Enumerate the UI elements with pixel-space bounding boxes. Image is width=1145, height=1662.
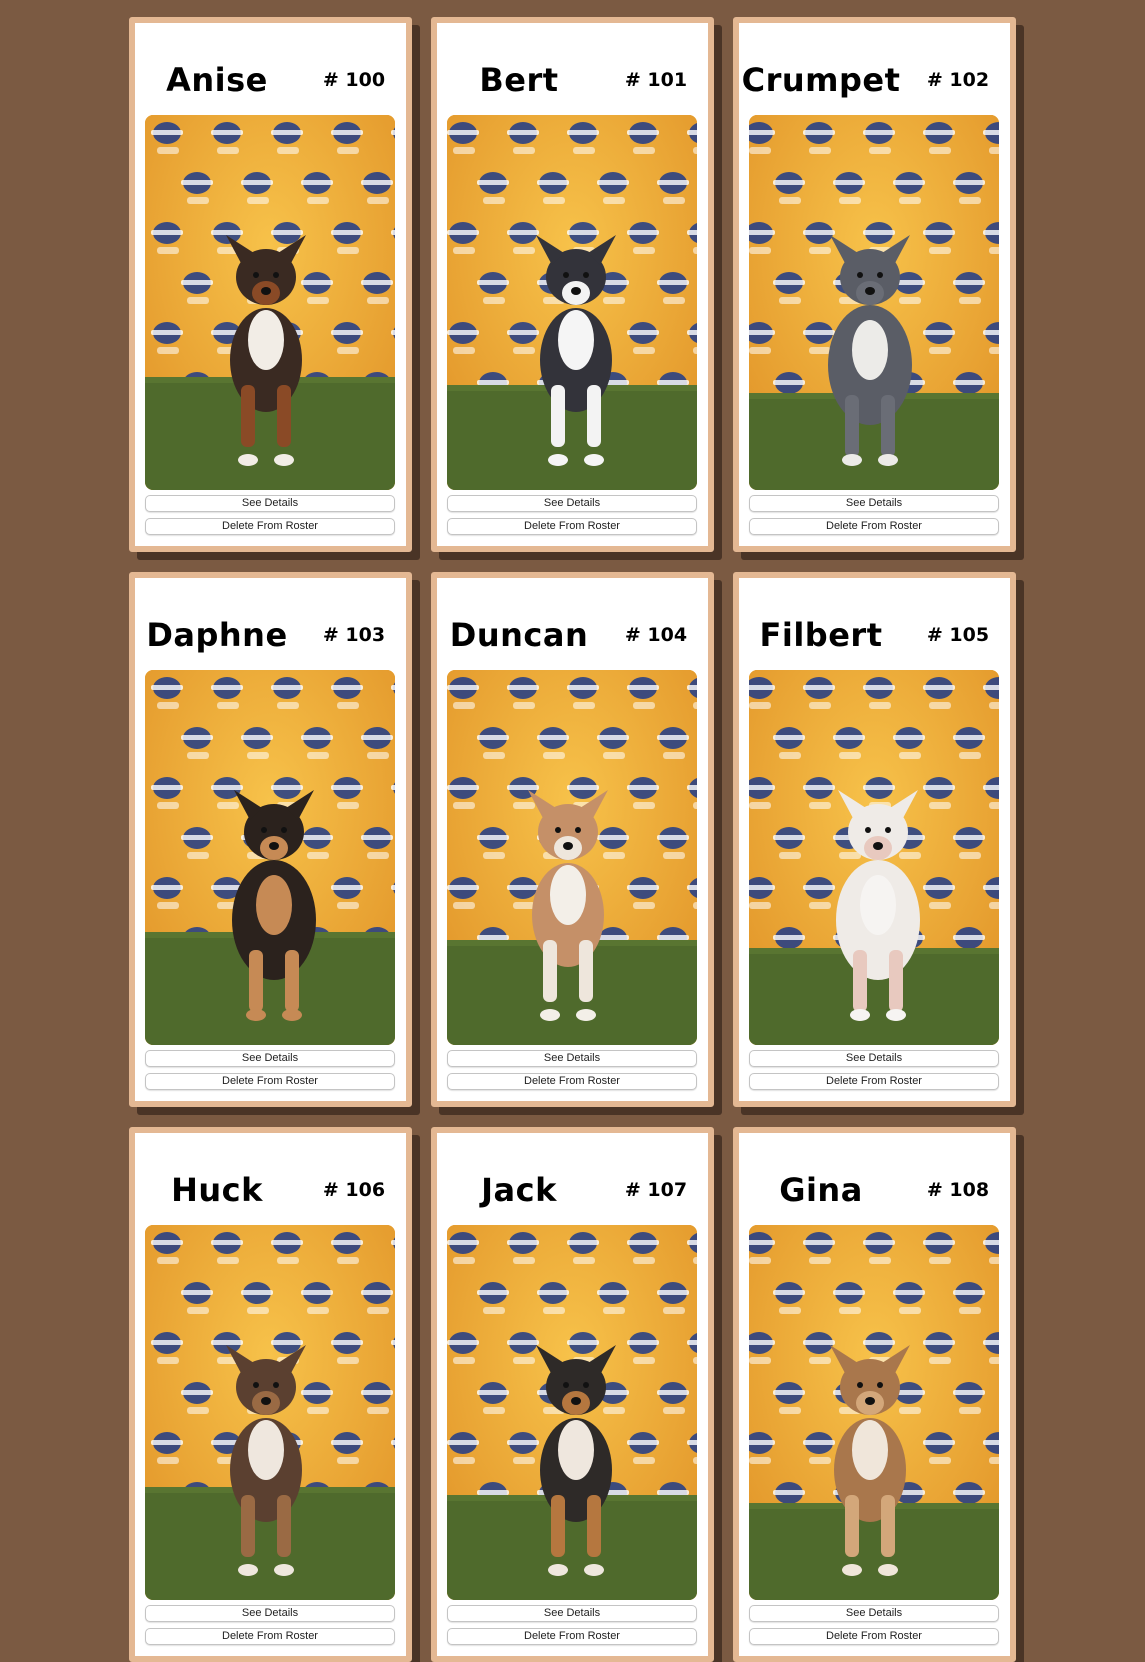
see-details-button[interactable]: See Details	[749, 1605, 999, 1622]
delete-from-roster-button[interactable]: Delete From Roster	[749, 1628, 999, 1645]
puppy-name: Gina	[779, 1171, 863, 1209]
puppy-photo	[749, 115, 999, 490]
card-header: Daphne # 103	[135, 611, 406, 659]
see-details-button[interactable]: See Details	[447, 1605, 697, 1622]
puppy-photo	[749, 115, 999, 490]
puppy-photo	[447, 115, 697, 490]
puppy-card: Gina # 108 See Details Delete From Roste…	[733, 1127, 1016, 1662]
puppy-name: Bert	[479, 61, 559, 99]
delete-from-roster-button[interactable]: Delete From Roster	[145, 1073, 395, 1090]
delete-from-roster-button[interactable]: Delete From Roster	[145, 518, 395, 535]
puppy-name: Daphne	[146, 616, 288, 654]
see-details-button[interactable]: See Details	[447, 495, 697, 512]
card-header: Gina # 108	[739, 1166, 1010, 1214]
see-details-button[interactable]: See Details	[145, 495, 395, 512]
puppy-name: Jack	[481, 1171, 557, 1209]
puppy-card: Anise # 100 See Details Delete From Rost…	[129, 17, 412, 552]
puppy-photo	[145, 115, 395, 490]
delete-from-roster-button[interactable]: Delete From Roster	[447, 518, 697, 535]
card-header: Huck # 106	[135, 1166, 406, 1214]
card-header: Filbert # 105	[739, 611, 1010, 659]
card-header: Duncan # 104	[437, 611, 708, 659]
see-details-button[interactable]: See Details	[749, 495, 999, 512]
puppy-number: # 101	[624, 69, 688, 91]
delete-from-roster-button[interactable]: Delete From Roster	[447, 1628, 697, 1645]
delete-from-roster-button[interactable]: Delete From Roster	[145, 1628, 395, 1645]
see-details-button[interactable]: See Details	[749, 1050, 999, 1067]
puppy-name: Anise	[166, 61, 268, 99]
puppy-photo	[145, 115, 395, 490]
card-header: Crumpet # 102	[739, 56, 1010, 104]
puppy-photo	[447, 1225, 697, 1600]
puppy-photo	[145, 1225, 395, 1600]
puppy-number: # 104	[624, 624, 688, 646]
puppy-photo	[447, 1225, 697, 1600]
puppy-photo	[145, 670, 395, 1045]
puppy-number: # 105	[926, 624, 990, 646]
puppy-card: Crumpet # 102 See Details Delete From Ro…	[733, 17, 1016, 552]
puppy-number: # 103	[322, 624, 386, 646]
puppy-card: Daphne # 103 See Details Delete From Ros…	[129, 572, 412, 1107]
puppy-photo	[749, 670, 999, 1045]
delete-from-roster-button[interactable]: Delete From Roster	[447, 1073, 697, 1090]
puppy-number: # 107	[624, 1179, 688, 1201]
card-header: Anise # 100	[135, 56, 406, 104]
card-header: Bert # 101	[437, 56, 708, 104]
delete-from-roster-button[interactable]: Delete From Roster	[749, 1073, 999, 1090]
puppy-number: # 108	[926, 1179, 990, 1201]
puppy-photo	[145, 670, 395, 1045]
puppy-name: Filbert	[759, 616, 883, 654]
puppy-name: Crumpet	[741, 61, 901, 99]
see-details-button[interactable]: See Details	[145, 1050, 395, 1067]
puppy-name: Duncan	[449, 616, 589, 654]
puppy-card: Filbert # 105 See Details Delete From Ro…	[733, 572, 1016, 1107]
puppy-number: # 100	[322, 69, 386, 91]
puppy-photo	[447, 670, 697, 1045]
puppy-photo	[749, 670, 999, 1045]
puppy-photo	[447, 115, 697, 490]
puppy-card: Jack # 107 See Details Delete From Roste…	[431, 1127, 714, 1662]
puppy-photo	[447, 670, 697, 1045]
puppy-card: Huck # 106 See Details Delete From Roste…	[129, 1127, 412, 1662]
puppy-card: Bert # 101 See Details Delete From Roste…	[431, 17, 714, 552]
puppy-name: Huck	[171, 1171, 263, 1209]
puppy-card: Duncan # 104 See Details Delete From Ros…	[431, 572, 714, 1107]
puppy-photo	[749, 1225, 999, 1600]
puppy-number: # 106	[322, 1179, 386, 1201]
puppy-photo	[749, 1225, 999, 1600]
see-details-button[interactable]: See Details	[145, 1605, 395, 1622]
card-header: Jack # 107	[437, 1166, 708, 1214]
puppy-roster-grid: Anise # 100 See Details Delete From Rost…	[129, 17, 1016, 1662]
puppy-number: # 102	[926, 69, 990, 91]
delete-from-roster-button[interactable]: Delete From Roster	[749, 518, 999, 535]
puppy-photo	[145, 1225, 395, 1600]
see-details-button[interactable]: See Details	[447, 1050, 697, 1067]
